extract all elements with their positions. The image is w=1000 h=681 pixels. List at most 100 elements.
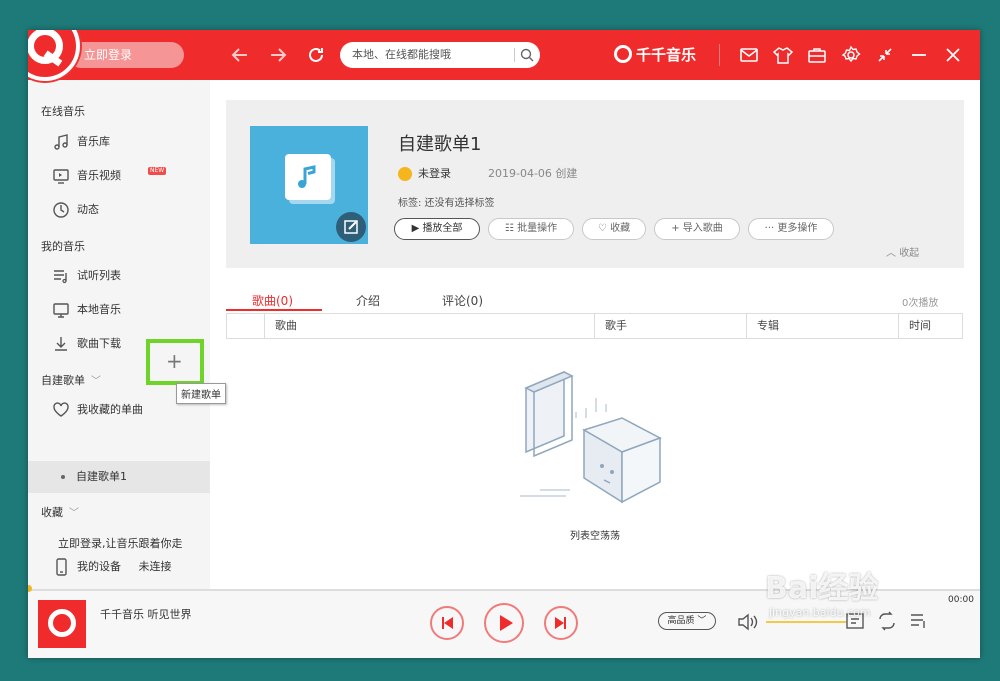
section-title-collect[interactable]: 收藏 ﹀ [41,504,79,520]
play-icon: ▶ [411,223,423,234]
volume-icon[interactable] [736,612,760,632]
brand-q-icon [614,45,632,63]
refresh-icon[interactable] [306,45,326,68]
loop-mode-icon[interactable] [876,610,898,632]
time-display: 00:00 [948,595,974,605]
quality-select[interactable]: 高品质 ﹀ [658,612,716,630]
plus-icon: + [671,223,683,234]
more-ops-button[interactable]: ··· 更多操作 [748,218,834,240]
tabs: 歌曲(0) 介绍 评论(0) [226,292,964,312]
sidebar-item-fav-songs[interactable]: 我收藏的单曲 [52,400,143,420]
edit-icon [344,220,358,234]
collapse-label: 收起 [899,248,920,259]
sidebar-item-custom-playlist-1[interactable]: 自建歌单1 [28,461,210,493]
previous-icon [442,617,453,629]
playlist-created-date: 2019-04-06 创建 [488,167,578,180]
next-button[interactable] [544,606,578,640]
import-songs-button[interactable]: + 导入歌曲 [654,218,740,240]
playlist-cover[interactable] [250,126,368,244]
search-icon[interactable] [520,48,534,62]
col-header-time[interactable]: 时间 [898,314,962,338]
playlist-owner[interactable]: 未登录 [398,166,451,182]
search-input[interactable]: 本地、在线都能搜哦 [340,42,540,68]
mail-icon[interactable] [738,44,760,66]
close-icon[interactable] [942,44,964,66]
tooltip-new-playlist: 新建歌单 [176,383,226,404]
skin-shirt-icon[interactable] [772,44,794,66]
playlist-queue-icon[interactable] [908,610,930,632]
minimize-icon[interactable] [908,44,930,66]
playlist-icon [54,270,67,284]
next-icon [555,617,566,629]
play-all-button[interactable]: ▶ 播放全部 [394,218,480,240]
app-window: 立即登录 本地、在线都能搜哦 千千音乐 在线音乐 音乐库 音乐视频 NEW 动态… [28,30,980,658]
album-art-logo[interactable] [38,600,86,648]
mini-mode-icon[interactable] [874,44,896,66]
collect-label: 收藏 [41,506,63,519]
sidebar-item-label: 自建歌单1 [76,470,127,483]
clock-icon [53,202,69,218]
brand-logo: 千千音乐 [614,43,696,67]
monitor-icon [53,303,69,318]
sidebar-item-downloads[interactable]: 歌曲下载 [52,334,121,354]
toolbox-icon[interactable] [806,44,828,66]
new-badge: NEW [148,167,167,175]
login-hint-link[interactable]: 立即登录,让音乐跟着你走 [58,534,183,554]
add-playlist-button[interactable]: + [146,339,204,385]
play-button[interactable] [484,603,524,643]
forward-arrow-icon[interactable] [268,45,288,68]
batch-ops-button[interactable]: ☷ 批量操作 [488,218,574,240]
phone-icon [56,558,67,576]
sidebar-item-label: 试听列表 [77,269,121,282]
collect-button[interactable]: ♡ 收藏 [582,218,646,240]
chevron-down-icon[interactable]: ﹀ [91,372,101,387]
tab-comments[interactable]: 评论(0) [442,292,483,309]
sidebar-item-label: 音乐库 [77,135,110,148]
batch-label: 批量操作 [517,223,558,234]
search-placeholder: 本地、在线都能搜哦 [352,48,451,61]
col-header-song[interactable]: 歌曲 [264,314,594,338]
col-header-artist[interactable]: 歌手 [594,314,744,338]
watermark-logo-text: Bai经验 [765,571,879,606]
device-status: 未连接 [138,560,172,573]
progress-handle[interactable] [28,585,32,592]
sidebar-item-feed[interactable]: 动态 [52,200,99,220]
volume-slider[interactable] [766,620,846,624]
sidebar-item-music-library[interactable]: 音乐库 [52,132,110,152]
heart-icon [53,402,69,417]
baidu-jingyan-watermark: Bai经验 jingyan.baidu.com [765,571,879,620]
sidebar-item-music-video[interactable]: 音乐视频 NEW [52,166,167,186]
search-divider [514,48,515,62]
bullet-dot [61,475,65,479]
sidebar-item-label: 歌曲下载 [77,337,121,350]
collect-label: 收藏 [610,223,631,234]
device-label: 我的设备 [77,560,121,573]
previous-button[interactable] [430,606,464,640]
empty-list-text: 列表空荡荡 [570,531,620,542]
tab-intro[interactable]: 介绍 [356,292,380,309]
sidebar-item-label: 我收藏的单曲 [77,403,143,416]
custom-playlists-label: 自建歌单 [41,374,85,387]
quality-label: 高品质 [667,616,695,626]
now-playing-text: 千千音乐 听见世界 [100,608,192,621]
collapse-button[interactable]: ︿ 收起 [886,244,919,259]
gear-icon[interactable] [840,44,862,66]
back-arrow-icon[interactable] [230,45,250,68]
plus-icon: + [166,349,183,373]
sidebar-item-my-device[interactable]: 我的设备 未连接 [52,557,172,577]
section-title-my-music: 我的音乐 [41,240,85,253]
sidebar-item-local-music[interactable]: 本地音乐 [52,300,121,320]
monitor-play-icon [53,169,69,184]
chevron-down-icon: ﹀ [694,616,707,626]
sidebar-item-trial-list[interactable]: 试听列表 [52,266,121,286]
tab-songs[interactable]: 歌曲(0) [252,292,293,309]
login-button[interactable]: 立即登录 [68,42,184,68]
music-note-icon [54,134,68,150]
col-header-album[interactable]: 专辑 [746,314,898,338]
edit-cover-button[interactable] [336,212,366,242]
batch-list-icon: ☷ [504,223,518,234]
chevron-down-icon[interactable]: ﹀ [69,504,79,519]
section-title-custom-playlists[interactable]: 自建歌单 ﹀ [41,372,101,388]
sidebar-item-label: 动态 [77,203,99,216]
playlist-tags[interactable]: 标签: 还没有选择标签 [398,194,495,209]
